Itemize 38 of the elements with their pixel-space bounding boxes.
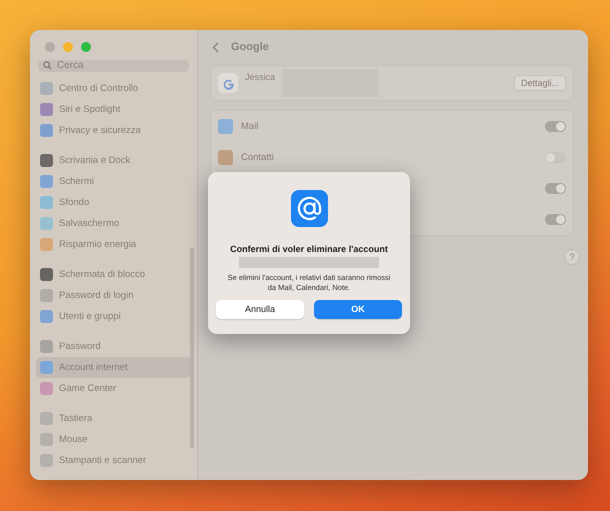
toggle-switch[interactable] — [545, 121, 566, 132]
service-label: Mail — [241, 121, 258, 132]
page-title: Google — [231, 41, 269, 53]
sidebar-item[interactable]: Game Center — [36, 378, 191, 399]
g-logo-icon — [218, 73, 238, 93]
account-name: Jessica — [245, 72, 276, 82]
toggle-switch[interactable] — [545, 152, 566, 163]
at-sign-icon — [290, 190, 328, 227]
sidebar-item[interactable]: Salvaschermo — [36, 213, 191, 234]
sidebar-item[interactable]: Scrivania e Dock — [36, 150, 191, 171]
sidebar-item[interactable]: Schermi — [36, 171, 191, 192]
toggle-switch[interactable] — [545, 214, 566, 225]
help-button[interactable]: ? — [564, 249, 580, 265]
sidebar-item[interactable]: Account internet — [36, 357, 191, 378]
search-field[interactable]: Cerca — [38, 60, 189, 72]
sidebar-item[interactable]: Password — [36, 336, 191, 357]
sidebar-item[interactable]: Privacy e sicurezza — [36, 120, 191, 141]
toggle-switch[interactable] — [545, 183, 566, 194]
back-chevron-icon[interactable] — [212, 42, 219, 52]
sidebar-item[interactable]: Mouse — [36, 429, 191, 450]
sidebar-item[interactable]: Risparmio energia — [36, 234, 191, 255]
sidebar-item[interactable]: Stampanti e scanner — [36, 450, 191, 471]
sidebar-item[interactable]: Schermata di blocco — [36, 264, 191, 285]
search-icon — [43, 61, 52, 70]
dialog-title: Confermi di voler eliminare l'account — [230, 244, 388, 254]
ok-button[interactable]: OK — [314, 300, 402, 318]
sidebar-item[interactable]: Siri e Spotlight — [36, 99, 191, 120]
sidebar-item[interactable]: Password di login — [36, 285, 191, 306]
details-button[interactable]: Dettagli... — [514, 75, 566, 91]
close-button[interactable] — [45, 42, 55, 52]
sidebar-item[interactable]: Utenti e gruppi — [36, 306, 191, 327]
cancel-button[interactable]: Annulla — [216, 300, 304, 318]
zoom-button[interactable] — [81, 42, 91, 52]
sidebar-item[interactable]: Tastiera — [36, 408, 191, 429]
sidebar-item[interactable]: Centro di Controllo — [36, 78, 191, 99]
minimize-button[interactable] — [63, 42, 73, 52]
service-label: Contatti — [241, 152, 274, 163]
sidebar-item[interactable]: Sfondo — [36, 192, 191, 213]
